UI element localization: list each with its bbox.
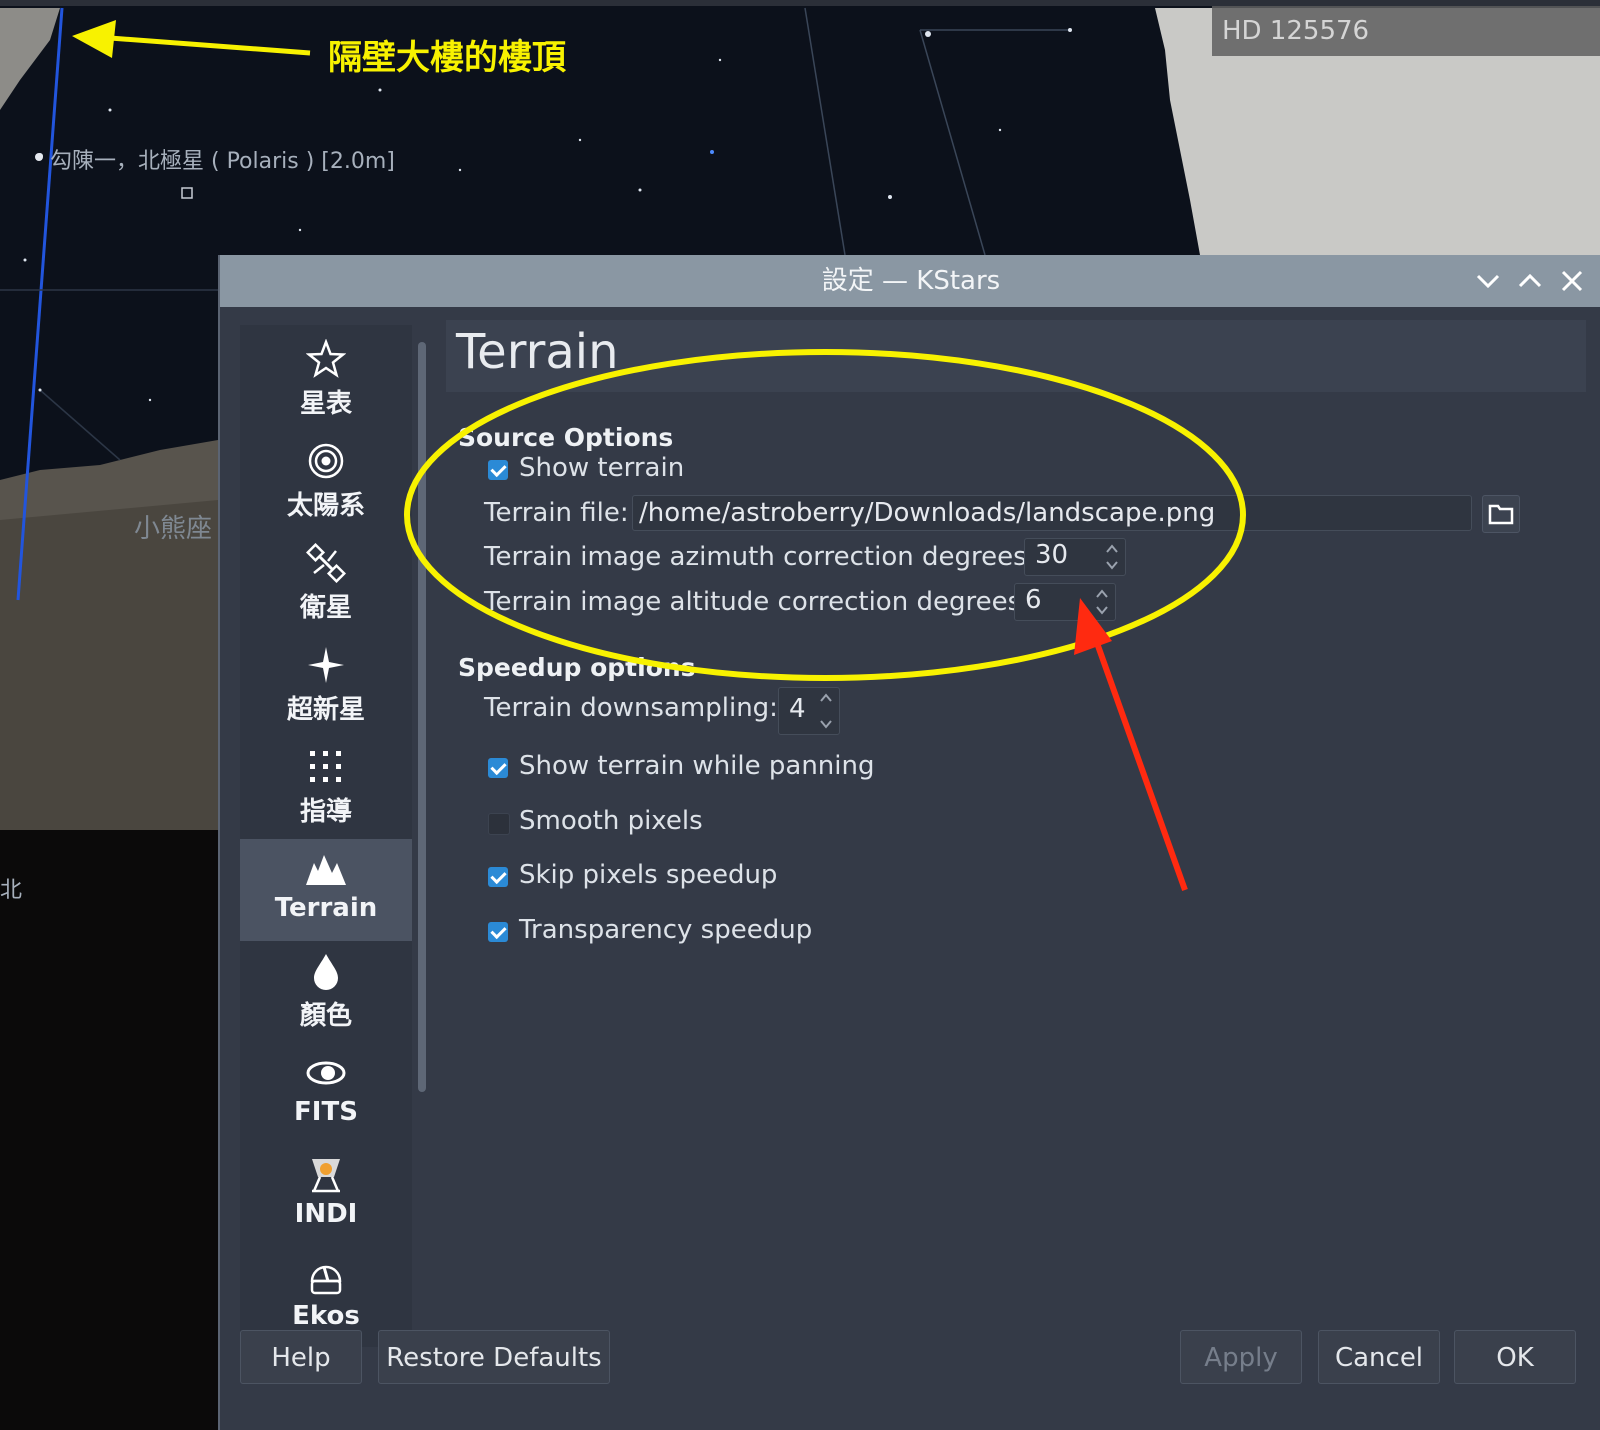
direction-label: 北 [0,878,23,903]
settings-sidebar: 星表 太陽系 衛星 超新星 指導 Terrain 顏色 FITS INDI Ek… [240,325,412,1347]
sidebar-item-indi[interactable]: INDI [240,1145,412,1247]
folder-icon [1488,504,1514,525]
spin-up-icon[interactable] [819,692,833,704]
dialog-title: 設定 — KStars [821,266,1001,296]
help-button[interactable]: Help [240,1330,362,1384]
transparency-checkbox[interactable] [488,922,508,942]
spin-up-icon[interactable] [1105,543,1119,555]
apply-button[interactable]: Apply [1180,1330,1302,1384]
ekos-dome-icon [310,1265,342,1295]
mountains-icon [306,855,346,885]
indi-icon [312,1159,340,1193]
altitude-value: 6 [1025,585,1042,615]
skip-pixels-label[interactable]: Skip pixels speedup [519,860,777,890]
spin-up-icon[interactable] [1095,588,1109,600]
sidebar-item-label: 顏色 [299,1001,352,1031]
polaris-label: 勾陳一，北極星 ( Polaris ) [2.0m] [50,149,395,174]
azimuth-spinbox[interactable]: 30 [1024,538,1126,576]
supernova-icon [308,647,344,683]
dialog-titlebar[interactable]: 設定 — KStars [220,255,1600,307]
fits-galaxy-icon [306,1061,346,1085]
page-title: Terrain [456,324,619,380]
sidebar-item-label: Terrain [274,893,378,923]
sidebar-item-label: FITS [294,1097,358,1127]
terrain-file-field[interactable] [632,495,1472,531]
azimuth-value: 30 [1035,540,1069,570]
sidebar-item-satellites[interactable]: 衛星 [240,533,412,635]
horizon-ground [0,830,218,1430]
show-while-panning-checkbox[interactable] [488,758,508,778]
star-icon [306,339,346,378]
spin-down-icon[interactable] [819,718,833,730]
smooth-pixels-checkbox[interactable] [488,813,510,835]
transparency-label[interactable]: Transparency speedup [519,915,812,945]
minimize-icon[interactable] [1472,265,1504,297]
close-icon[interactable] [1556,265,1588,297]
show-terrain-checkbox[interactable] [488,460,508,480]
sidebar-item-label: 星表 [299,389,352,419]
cancel-button[interactable]: Cancel [1318,1330,1440,1384]
spin-down-icon[interactable] [1105,559,1119,571]
sidebar-item-colors[interactable]: 顏色 [240,941,412,1043]
sidebar-scrollbar[interactable] [418,342,426,1092]
sidebar-item-catalogs[interactable]: 星表 [240,329,412,431]
speedup-options-title: Speedup options [458,653,696,682]
sidebar-item-label: 指導 [299,797,352,827]
sidebar-item-label: Ekos [292,1301,360,1331]
show-while-panning-label[interactable]: Show terrain while panning [519,751,874,781]
maximize-icon[interactable] [1514,265,1546,297]
annotation-rooftop-text: 隔壁大樓的樓頂 [328,38,566,78]
sidebar-item-label: 衛星 [299,593,352,623]
sidebar-item-supernovae[interactable]: 超新星 [240,635,412,737]
altitude-spinbox[interactable]: 6 [1014,583,1116,621]
altitude-label: Terrain image altitude correction degree… [484,587,1030,617]
downsampling-label: Terrain downsampling: [484,693,778,723]
sidebar-item-solar-system[interactable]: 太陽系 [240,431,412,533]
spin-down-icon[interactable] [1095,604,1109,616]
solar-system-icon [308,443,344,479]
hovered-object-label: HD 125576 [1212,6,1600,56]
skip-pixels-checkbox[interactable] [488,867,508,887]
downsampling-value: 4 [789,694,806,724]
terrain-file-label: Terrain file: [484,498,629,528]
source-options-title: Source Options [458,423,674,452]
page-header: Terrain [446,320,1586,392]
restore-defaults-button[interactable]: Restore Defaults [378,1330,610,1384]
sidebar-item-label: 太陽系 [286,491,365,521]
sidebar-item-guides[interactable]: 指導 [240,737,412,839]
color-drop-icon [314,954,338,990]
ok-button[interactable]: OK [1454,1330,1576,1384]
sidebar-item-fits[interactable]: FITS [240,1043,412,1145]
satellite-icon [306,543,346,583]
sidebar-item-label: INDI [294,1199,358,1229]
sidebar-item-terrain[interactable]: Terrain [240,839,412,941]
smooth-pixels-label[interactable]: Smooth pixels [519,806,703,836]
sidebar-item-label: 超新星 [286,695,365,725]
azimuth-label: Terrain image azimuth correction degrees… [484,542,1036,572]
show-terrain-label[interactable]: Show terrain [519,453,684,483]
constellation-label: 小熊座 [134,514,213,544]
downsampling-spinbox[interactable]: 4 [778,687,840,735]
browse-file-button[interactable] [1482,495,1520,533]
guide-dots-icon [310,751,341,782]
